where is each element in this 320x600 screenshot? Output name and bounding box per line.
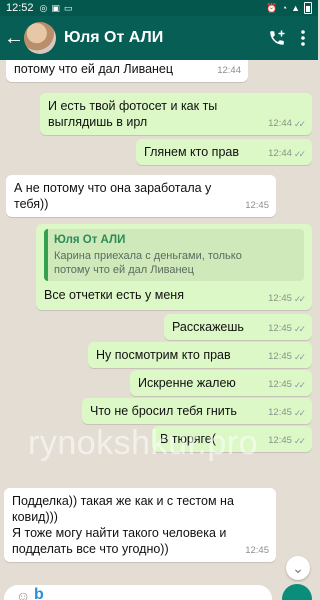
message-meta: 12:45 ✓✓ xyxy=(268,349,306,365)
message-meta: 12:45 ✓✓ xyxy=(268,405,306,421)
message-time: 12:44 xyxy=(268,148,292,159)
header-actions xyxy=(268,29,318,47)
notification-icons: ◎ ▣ ▭ xyxy=(40,3,73,14)
message-outgoing[interactable]: Ну посмотрим кто прав 12:45 ✓✓ xyxy=(88,342,312,368)
message-meta: 12:45 ✓✓ xyxy=(268,433,306,449)
double-check-icon: ✓✓ xyxy=(293,119,306,129)
add-call-icon[interactable] xyxy=(268,29,286,47)
chevron-down-icon[interactable]: ⌄ xyxy=(286,556,310,580)
double-check-icon: ✓✓ xyxy=(293,436,306,446)
double-check-icon: ✓✓ xyxy=(293,380,306,390)
message-time: 12:45 xyxy=(268,379,292,390)
double-check-icon: ✓✓ xyxy=(293,149,306,159)
double-check-icon: ✓✓ xyxy=(293,324,306,334)
message-text: Все отчетки есть у меня xyxy=(44,288,184,302)
mic-button[interactable] xyxy=(282,584,312,600)
message-meta: 12:44 ✓✓ xyxy=(268,116,306,132)
message-time: 12:44 xyxy=(268,118,292,129)
arrow-left-icon[interactable]: ← xyxy=(0,28,24,48)
message-outgoing-reply[interactable]: Юля От АЛИ Карина приехала с деньгами, т… xyxy=(36,224,312,310)
composer: ☺ b xyxy=(0,582,318,600)
message-outgoing[interactable]: И есть твой фотосет и как ты выглядишь в… xyxy=(40,93,312,135)
more-vert-icon[interactable] xyxy=(300,29,306,47)
alarm-icon: ⏰ xyxy=(266,2,278,13)
message-time: 12:45 xyxy=(268,293,292,304)
double-check-icon: ✓✓ xyxy=(293,352,306,362)
message-meta: 12:45 ✓✓ xyxy=(268,291,306,307)
contact-name[interactable]: Юля От АЛИ xyxy=(64,29,163,47)
message-meta: 12:44 xyxy=(217,63,241,79)
whatsapp-notif-icon: ◎ xyxy=(39,2,48,13)
message-meta: 12:45 ✓✓ xyxy=(268,377,306,393)
system-icons: ⏰ ◔ ▲ xyxy=(266,2,312,14)
message-input[interactable]: ☺ b xyxy=(4,585,272,600)
message-meta: 12:45 xyxy=(245,543,269,559)
message-incoming[interactable]: потому что ей дал Ливанец 12:44 xyxy=(6,60,248,82)
message-meta: 12:44 ✓✓ xyxy=(268,146,306,162)
message-text: потому что ей дал Ливанец xyxy=(14,62,174,76)
battery-icon xyxy=(304,2,312,14)
double-check-icon: ✓✓ xyxy=(293,294,306,304)
signal-icon: ▲ xyxy=(291,3,300,13)
chat-notif-icon: ▭ xyxy=(63,2,73,13)
gallery-notif-icon: ▣ xyxy=(51,2,60,13)
message-time: 12:45 xyxy=(268,407,292,418)
message-time: 12:44 xyxy=(217,65,241,76)
message-time: 12:45 xyxy=(268,351,292,362)
message-text: А не потому что она заработала у тебя)) xyxy=(14,181,212,211)
message-time: 12:45 xyxy=(245,200,269,211)
keyboard-b-icon: b xyxy=(34,586,44,600)
wifi-icon: ◔ xyxy=(281,3,288,13)
message-outgoing[interactable]: Искренне жалею 12:45 ✓✓ xyxy=(130,370,312,396)
status-time: 12:52 xyxy=(6,2,34,14)
message-time: 12:45 xyxy=(268,435,292,446)
status-bar: 12:52 ◎ ▣ ▭ ⏰ ◔ ▲ xyxy=(0,0,318,16)
message-time: 12:45 xyxy=(268,323,292,334)
message-time: 12:45 xyxy=(245,545,269,556)
double-check-icon: ✓✓ xyxy=(293,408,306,418)
quoted-message[interactable]: Юля От АЛИ Карина приехала с деньгами, т… xyxy=(44,229,304,281)
quoted-sender: Юля От АЛИ xyxy=(54,234,126,246)
message-incoming[interactable]: А не потому что она заработала у тебя)) … xyxy=(6,175,276,217)
emoji-icon[interactable]: ☺ xyxy=(16,588,30,600)
message-outgoing[interactable]: Глянем кто прав 12:44 ✓✓ xyxy=(136,139,312,165)
message-list[interactable]: потому что ей дал Ливанец 12:44 И есть т… xyxy=(0,60,318,580)
message-meta: 12:45 ✓✓ xyxy=(268,321,306,337)
message-text: Подделка)) такая же как и с тестом на ко… xyxy=(12,494,234,556)
message-incoming[interactable]: Подделка)) такая же как и с тестом на ко… xyxy=(4,488,276,562)
message-text: И есть твой фотосет и как ты выглядишь в… xyxy=(48,99,218,129)
avatar[interactable] xyxy=(24,22,56,54)
chat-header: ← Юля От АЛИ xyxy=(0,16,318,60)
message-outgoing[interactable]: Что не бросил тебя гнить 12:45 ✓✓ xyxy=(82,398,312,424)
message-outgoing[interactable]: В тюряге( 12:45 ✓✓ xyxy=(152,426,312,452)
quoted-text: Карина приехала с деньгами, только потом… xyxy=(54,250,242,276)
message-outgoing[interactable]: Расскажешь 12:45 ✓✓ xyxy=(164,314,312,340)
message-meta: 12:45 xyxy=(245,198,269,214)
